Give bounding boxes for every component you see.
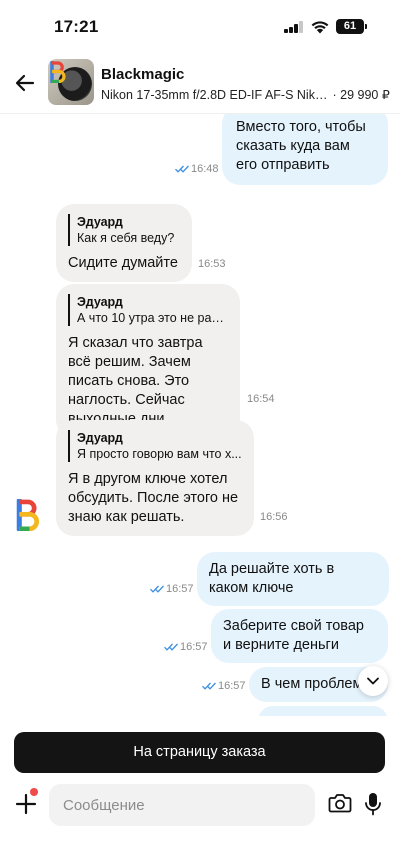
scroll-down-button[interactable] xyxy=(358,666,388,696)
message-text: Я в другом ключе хотел обсудить. После э… xyxy=(68,471,239,525)
message-input[interactable] xyxy=(49,784,315,826)
notification-dot xyxy=(30,788,38,796)
quote-text: Как я себя веду? xyxy=(77,231,175,245)
double-check-icon xyxy=(150,585,164,593)
quote-author: Эдуард xyxy=(77,295,123,309)
outgoing-message[interactable] xyxy=(258,706,388,716)
quote-author: Эдуард xyxy=(77,431,123,445)
outgoing-message[interactable]: Да решайте хоть в каком ключе xyxy=(197,552,389,606)
message-text: Да решайте хоть в каком ключе xyxy=(209,561,335,596)
outgoing-message[interactable]: Вместо того, чтобы сказать куда вам его … xyxy=(222,114,388,185)
product-line[interactable]: Nikon 17-35mm f/2.8D ED-IF AF-S Nikkor..… xyxy=(101,87,391,102)
double-check-icon xyxy=(202,682,216,690)
message-timestamp: 16:57 xyxy=(150,583,194,595)
product-thumbnail[interactable] xyxy=(48,59,94,105)
message-timestamp: 16:48 xyxy=(175,163,219,175)
message-timestamp: 16:53 xyxy=(198,258,226,270)
incoming-message[interactable]: Эдуард А что 10 утра это не раб... Я ска… xyxy=(56,284,240,438)
seller-logo-icon xyxy=(50,61,66,83)
reply-quote[interactable]: Эдуард Я просто говорю вам что х... xyxy=(68,430,242,462)
message-text: Заберите свой товар и верните деньги xyxy=(223,618,364,653)
camera-icon[interactable] xyxy=(328,793,352,813)
message-timestamp: 16:56 xyxy=(260,511,288,523)
order-page-button[interactable]: На страницу заказа xyxy=(14,732,385,773)
signal-icon xyxy=(284,21,304,33)
incoming-message[interactable]: Эдуард Я просто говорю вам что х... Я в … xyxy=(56,420,254,536)
quote-text: Я просто говорю вам что х... xyxy=(77,447,242,461)
seller-name[interactable]: Blackmagic xyxy=(101,66,184,83)
message-timestamp: 16:57 xyxy=(164,641,208,653)
product-price: · 29 990 ₽ xyxy=(332,88,390,102)
composer-area: На страницу заказа xyxy=(0,716,400,867)
message-timestamp: 16:54 xyxy=(247,393,275,405)
message-timestamp: 16:57 xyxy=(202,680,246,692)
outgoing-message[interactable]: Заберите свой товар и верните деньги xyxy=(211,609,388,663)
seller-avatar-icon[interactable] xyxy=(16,499,40,531)
message-text: В чем проблем xyxy=(261,676,363,692)
quote-text: А что 10 утра это не раб... xyxy=(77,311,228,325)
chat-header: Blackmagic Nikon 17-35mm f/2.8D ED-IF AF… xyxy=(0,54,400,114)
quote-author: Эдуард xyxy=(77,215,123,229)
wifi-icon xyxy=(311,21,329,34)
status-bar: 17:21 61 xyxy=(0,0,400,54)
message-text: Вместо того, чтобы сказать куда вам его … xyxy=(236,119,366,173)
product-name: Nikon 17-35mm f/2.8D ED-IF AF-S Nikkor..… xyxy=(101,88,329,102)
microphone-icon[interactable] xyxy=(364,792,382,816)
back-arrow-icon[interactable] xyxy=(12,70,38,96)
battery-icon: 61 xyxy=(336,19,367,34)
message-text: Сидите думайте xyxy=(68,255,178,271)
reply-quote[interactable]: Эдуард А что 10 утра это не раб... xyxy=(68,294,228,326)
double-check-icon xyxy=(175,165,189,173)
status-time: 17:21 xyxy=(54,17,99,36)
double-check-icon xyxy=(164,643,178,651)
incoming-message[interactable]: Эдуард Как я себя веду? Сидите думайте xyxy=(56,204,192,282)
message-list[interactable]: Вместо того, чтобы сказать куда вам его … xyxy=(0,114,400,716)
chevron-down-icon xyxy=(367,677,379,685)
message-text: Я сказал что завтра всё решим. Зачем пис… xyxy=(68,335,203,427)
reply-quote[interactable]: Эдуард Как я себя веду? xyxy=(68,214,180,246)
